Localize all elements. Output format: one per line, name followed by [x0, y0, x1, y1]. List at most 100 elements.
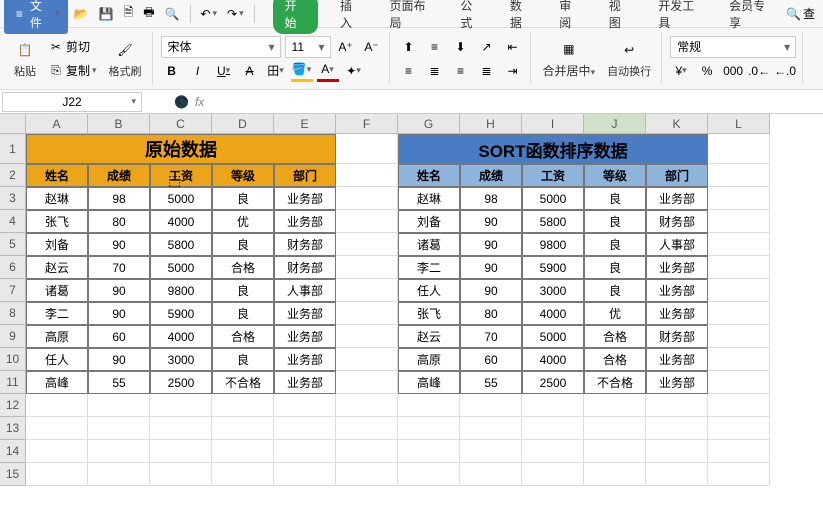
- cell[interactable]: [336, 371, 398, 394]
- cell[interactable]: [708, 210, 770, 233]
- title-left[interactable]: 原始数据: [26, 134, 336, 164]
- data-cell[interactable]: 业务部: [274, 187, 336, 210]
- italic-button[interactable]: I: [187, 60, 209, 82]
- name-box-input[interactable]: [3, 95, 141, 109]
- decrease-font-icon[interactable]: A⁻: [361, 36, 383, 58]
- currency-icon[interactable]: ¥▾: [670, 60, 692, 82]
- tab-0[interactable]: 开始: [273, 0, 318, 34]
- data-cell[interactable]: 高峰: [26, 371, 88, 394]
- print-icon[interactable]: 🖶: [139, 1, 158, 26]
- data-cell[interactable]: 张飞: [398, 302, 460, 325]
- data-cell[interactable]: 90: [88, 302, 150, 325]
- data-cell[interactable]: 赵琳: [398, 187, 460, 210]
- data-cell[interactable]: 5900: [522, 256, 584, 279]
- data-cell[interactable]: 90: [88, 233, 150, 256]
- dec-decimal-icon[interactable]: ←.0: [774, 60, 796, 82]
- tab-1[interactable]: 插入: [334, 0, 367, 34]
- data-cell[interactable]: 90: [460, 279, 522, 302]
- cell[interactable]: [88, 417, 150, 440]
- data-cell[interactable]: 人事部: [646, 233, 708, 256]
- data-cell[interactable]: 业务部: [274, 302, 336, 325]
- cell[interactable]: [708, 440, 770, 463]
- font-color-button[interactable]: A▾: [317, 60, 339, 82]
- data-cell[interactable]: 98: [88, 187, 150, 210]
- title-right[interactable]: SORT函数排序数据: [398, 134, 708, 164]
- data-cell[interactable]: 70: [460, 325, 522, 348]
- col-header-A[interactable]: A: [26, 114, 88, 134]
- cell[interactable]: [646, 417, 708, 440]
- data-cell[interactable]: 90: [460, 210, 522, 233]
- percent-icon[interactable]: %: [696, 60, 718, 82]
- preview-icon[interactable]: 🔍: [161, 5, 184, 23]
- cell[interactable]: [708, 348, 770, 371]
- data-cell[interactable]: 98: [460, 187, 522, 210]
- table-header[interactable]: 等级: [212, 164, 274, 187]
- data-cell[interactable]: 李二: [26, 302, 88, 325]
- select-all-corner[interactable]: [0, 114, 26, 134]
- data-cell[interactable]: 人事部: [274, 279, 336, 302]
- cell[interactable]: [398, 440, 460, 463]
- cell[interactable]: [274, 394, 336, 417]
- data-cell[interactable]: 良: [212, 187, 274, 210]
- cell[interactable]: [460, 463, 522, 486]
- cell[interactable]: [708, 164, 770, 187]
- data-cell[interactable]: 赵琳: [26, 187, 88, 210]
- cell[interactable]: [584, 440, 646, 463]
- number-format-select[interactable]: 常规: [670, 36, 796, 58]
- align-middle-icon[interactable]: ≡: [424, 36, 446, 58]
- data-cell[interactable]: 财务部: [274, 256, 336, 279]
- spreadsheet-grid[interactable]: ABCDEFGHIJKL 1原始数据SORT函数排序数据2姓名成绩工资等级部门姓…: [0, 114, 823, 486]
- cell[interactable]: [274, 463, 336, 486]
- font-family-select[interactable]: 宋体: [161, 36, 281, 58]
- cell[interactable]: [708, 187, 770, 210]
- data-cell[interactable]: 4000: [150, 325, 212, 348]
- data-cell[interactable]: 5000: [522, 187, 584, 210]
- cell[interactable]: [336, 279, 398, 302]
- cell[interactable]: [26, 440, 88, 463]
- row-header[interactable]: 15: [0, 463, 26, 486]
- row-header[interactable]: 7: [0, 279, 26, 302]
- data-cell[interactable]: 高原: [398, 348, 460, 371]
- row-header[interactable]: 1: [0, 134, 26, 164]
- table-header[interactable]: 部门: [646, 164, 708, 187]
- cell[interactable]: [460, 417, 522, 440]
- undo-icon[interactable]: ↶▾: [196, 5, 221, 23]
- data-cell[interactable]: 4000: [150, 210, 212, 233]
- cell[interactable]: [522, 394, 584, 417]
- cell[interactable]: [398, 463, 460, 486]
- data-cell[interactable]: 业务部: [646, 302, 708, 325]
- row-header[interactable]: 14: [0, 440, 26, 463]
- row-header[interactable]: 6: [0, 256, 26, 279]
- data-cell[interactable]: 90: [460, 233, 522, 256]
- row-header[interactable]: 8: [0, 302, 26, 325]
- wrap-text-button[interactable]: ↩ 自动换行: [603, 37, 655, 81]
- col-header-J[interactable]: J: [584, 114, 646, 134]
- cell[interactable]: [336, 233, 398, 256]
- table-header[interactable]: 工资: [522, 164, 584, 187]
- cell[interactable]: [708, 134, 770, 164]
- merge-center-button[interactable]: ▦ 合并居中▾: [539, 36, 600, 81]
- redo-icon[interactable]: ↷▾: [223, 5, 248, 23]
- data-cell[interactable]: 业务部: [274, 348, 336, 371]
- align-center-icon[interactable]: ≣: [424, 60, 446, 82]
- increase-font-icon[interactable]: A⁺: [335, 36, 357, 58]
- data-cell[interactable]: 5800: [150, 233, 212, 256]
- cell[interactable]: [336, 134, 398, 164]
- data-cell[interactable]: 刘备: [398, 210, 460, 233]
- table-header[interactable]: 等级: [584, 164, 646, 187]
- paste-button[interactable]: 📋 粘贴: [10, 37, 40, 81]
- row-header[interactable]: 12: [0, 394, 26, 417]
- data-cell[interactable]: 9800: [522, 233, 584, 256]
- data-cell[interactable]: 2500: [150, 371, 212, 394]
- tab-3[interactable]: 公式: [454, 0, 487, 34]
- cell[interactable]: [646, 394, 708, 417]
- cell[interactable]: [336, 417, 398, 440]
- row-header[interactable]: 4: [0, 210, 26, 233]
- cell[interactable]: [274, 440, 336, 463]
- data-cell[interactable]: 财务部: [274, 233, 336, 256]
- row-header[interactable]: 2: [0, 164, 26, 187]
- row-header[interactable]: 9: [0, 325, 26, 348]
- data-cell[interactable]: 优: [212, 210, 274, 233]
- data-cell[interactable]: 业务部: [646, 371, 708, 394]
- data-cell[interactable]: 不合格: [212, 371, 274, 394]
